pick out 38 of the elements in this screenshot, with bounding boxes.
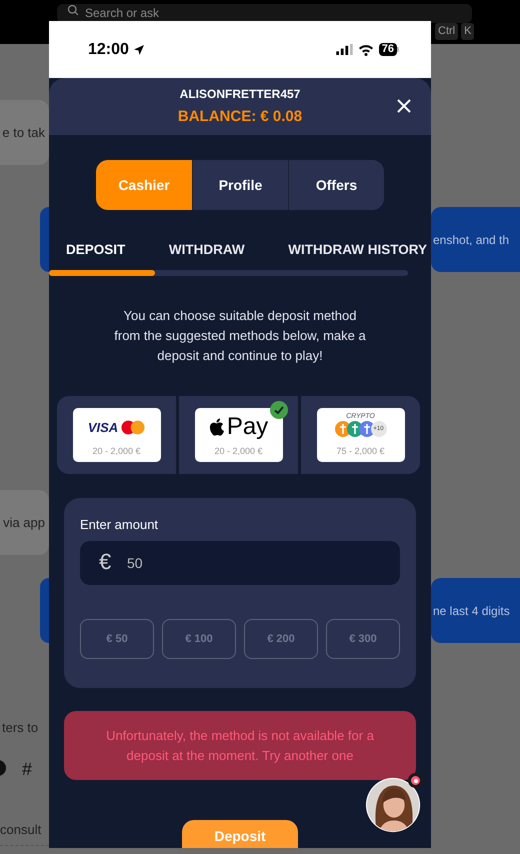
nav-tab[interactable]: Offers xyxy=(288,160,384,210)
sub-tab[interactable]: DEPOSIT xyxy=(66,240,126,260)
price-range: 20 - 2,000 € xyxy=(92,444,141,458)
pay-logo: Pay xyxy=(226,415,268,440)
location-arrow-icon xyxy=(132,44,145,56)
clock-time: 12:00 xyxy=(88,40,129,60)
close-icon xyxy=(396,98,412,114)
description-text: You can choose suitable deposit method from the suggested methods below, make a deposit and continue to play! xyxy=(113,307,367,366)
sub-tab[interactable]: WITHDRAW xyxy=(168,240,245,260)
battery-level: 76 xyxy=(378,43,397,56)
circles-logo-icon xyxy=(121,420,146,435)
apple-icon xyxy=(208,418,224,436)
price-range: 75 - 2,000 € xyxy=(336,444,385,458)
payment-method[interactable]: VISA 20 - 2,000 € xyxy=(57,396,176,474)
hashtag-button[interactable]: # xyxy=(22,760,32,778)
balance-text: BALANCE: € 0.08 xyxy=(178,106,302,127)
currency-symbol: € xyxy=(99,548,112,575)
field-label: Enter amount xyxy=(80,516,160,534)
payment-method[interactable]: Pay 20 - 2,000 € xyxy=(179,396,298,474)
search-field[interactable]: Search or ask xyxy=(57,4,472,22)
username: ALISONFRETTER457 xyxy=(180,86,300,103)
hint-text: ters to xyxy=(2,719,38,737)
wifi-icon xyxy=(358,44,374,56)
message-bubble xyxy=(40,578,49,643)
message-text: ne last 4 digits xyxy=(433,602,510,620)
message-text: enshot, and th xyxy=(433,232,510,248)
shortcut-key: Ctrl xyxy=(435,23,458,40)
message-text: via app xyxy=(3,514,45,532)
visa-logo: VISA xyxy=(88,418,118,436)
shortcut-key: K xyxy=(461,23,474,40)
message-bubble xyxy=(40,207,49,272)
signal-icon xyxy=(336,44,353,55)
error-text: Unfortunately, the method is not available for a deposit at the moment. Try another one xyxy=(105,726,375,765)
sub-tab[interactable]: WITHDRAW HISTORY xyxy=(288,240,427,260)
search-icon xyxy=(67,4,79,16)
price-range: 20 - 2,000 € xyxy=(214,444,263,458)
message-text: e to tak xyxy=(2,124,45,142)
close-button[interactable] xyxy=(395,97,413,115)
